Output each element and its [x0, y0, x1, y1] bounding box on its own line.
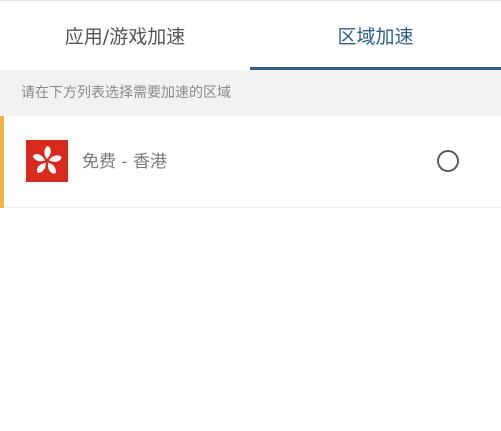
- tab-bar: 应用/游戏加速 区域加速: [0, 0, 501, 70]
- tab-app-game-acceleration[interactable]: 应用/游戏加速: [0, 1, 250, 70]
- region-item-hong-kong[interactable]: 免费 - 香港: [0, 116, 501, 208]
- region-selection-hint: 请在下方列表选择需要加速的区域: [0, 70, 501, 116]
- hong-kong-flag-icon: [26, 140, 68, 182]
- empty-content-area: [0, 208, 501, 431]
- region-label: 免费 - 香港: [82, 152, 167, 172]
- region-radio-button[interactable]: [437, 150, 459, 172]
- selected-row-accent: [0, 116, 4, 208]
- tab-region-acceleration[interactable]: 区域加速: [250, 1, 501, 70]
